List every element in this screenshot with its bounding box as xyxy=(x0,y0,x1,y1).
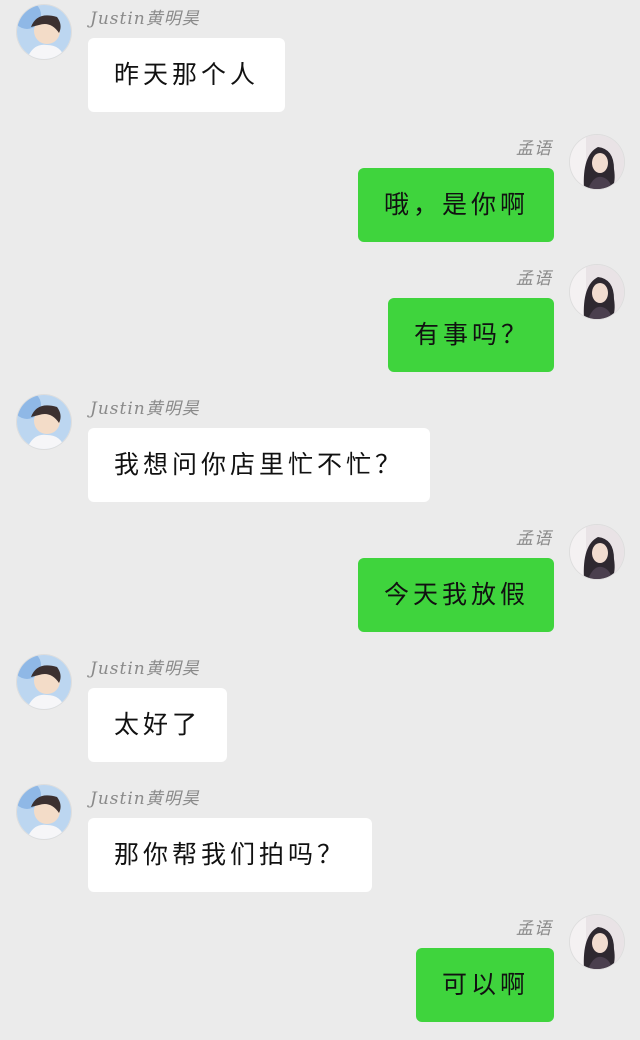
message-bubble[interactable]: 昨天那个人 xyxy=(88,38,286,112)
sender-name: 孟语 xyxy=(516,529,552,549)
message-bubble[interactable]: 哦，是你啊 xyxy=(358,168,554,242)
message-bubble[interactable]: 可以啊 xyxy=(416,948,554,1022)
message-bubble[interactable]: 有事吗？ xyxy=(388,298,554,372)
justin-avatar-icon[interactable] xyxy=(17,655,71,709)
mengyu-avatar-icon[interactable] xyxy=(570,915,624,969)
sender-name: 孟语 xyxy=(516,919,552,939)
sender-name: Justin黄明昊 xyxy=(90,9,200,29)
sender-name: 孟语 xyxy=(516,139,552,159)
sender-name: Justin黄明昊 xyxy=(90,659,200,679)
sender-name: Justin黄明昊 xyxy=(90,399,200,419)
sender-name: 孟语 xyxy=(516,269,552,289)
mengyu-avatar-icon[interactable] xyxy=(570,525,624,579)
justin-avatar-icon[interactable] xyxy=(17,785,71,839)
message-bubble[interactable]: 太好了 xyxy=(88,688,228,762)
mengyu-avatar-icon[interactable] xyxy=(570,265,624,319)
message-bubble[interactable]: 我想问你店里忙不忙？ xyxy=(88,428,431,502)
justin-avatar-icon[interactable] xyxy=(17,5,71,59)
justin-avatar-icon[interactable] xyxy=(17,395,71,449)
mengyu-avatar-icon[interactable] xyxy=(570,135,624,189)
chat-message-list: Justin黄明昊 昨天那个人 孟语 哦，是你啊 孟语 有事吗？ Justin黄… xyxy=(0,0,640,1040)
sender-name: Justin黄明昊 xyxy=(90,789,200,809)
message-bubble[interactable]: 那你帮我们拍吗？ xyxy=(88,818,373,892)
message-bubble[interactable]: 今天我放假 xyxy=(358,558,554,632)
